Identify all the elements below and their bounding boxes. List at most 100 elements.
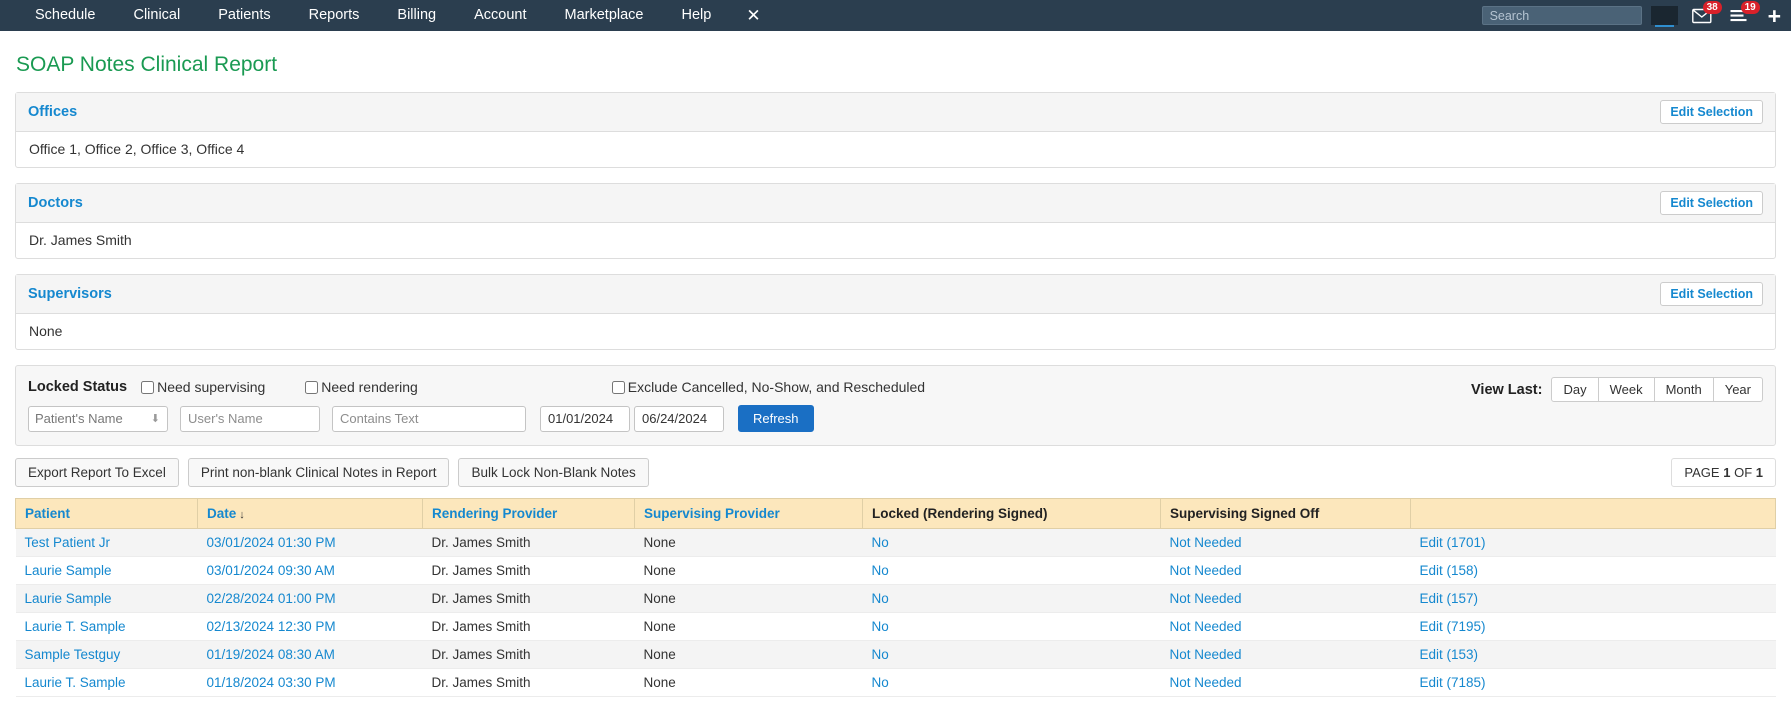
need-rendering-checkbox[interactable] xyxy=(305,380,319,394)
column-header-supervising-provider[interactable]: Supervising Provider xyxy=(634,498,863,529)
exclude-cancelled-checkbox[interactable] xyxy=(611,380,625,394)
table-row: Laurie T. Sample 02/13/2024 12:30 PM Dr.… xyxy=(15,612,1776,641)
nav-item-reports[interactable]: Reports xyxy=(290,0,379,31)
date-link[interactable]: 03/01/2024 09:30 AM xyxy=(207,563,335,578)
date-link[interactable]: 02/13/2024 12:30 PM xyxy=(207,619,336,634)
cell-locked: No xyxy=(862,556,1161,585)
column-header-patient[interactable]: Patient xyxy=(15,498,198,529)
patient-name-select-wrap: Patient's Name ⬇ xyxy=(28,405,168,432)
signed-off-link[interactable]: Not Needed xyxy=(1170,675,1242,690)
refresh-button[interactable]: Refresh xyxy=(738,405,814,432)
cell-rendering-provider: Dr. James Smith xyxy=(422,556,635,585)
cell-rendering-provider: Dr. James Smith xyxy=(422,668,635,697)
edit-selection-doctors-button[interactable]: Edit Selection xyxy=(1660,191,1763,215)
need-supervising-checkbox-row[interactable]: Need supervising xyxy=(141,379,265,395)
search-input[interactable] xyxy=(1481,6,1642,25)
nav-links: Schedule Clinical Patients Reports Billi… xyxy=(0,0,777,31)
edit-selection-supervisors-button[interactable]: Edit Selection xyxy=(1660,282,1763,306)
panel-doctors-header: Doctors Edit Selection xyxy=(16,184,1775,223)
table-body: Test Patient Jr 03/01/2024 01:30 PM Dr. … xyxy=(15,528,1776,697)
tasks-button[interactable]: 19 xyxy=(1730,0,1760,31)
nav-item-billing[interactable]: Billing xyxy=(378,0,455,31)
nav-item-schedule[interactable]: Schedule xyxy=(16,0,114,31)
locked-link[interactable]: No xyxy=(872,591,889,606)
date-to-input[interactable] xyxy=(634,405,724,432)
edit-link[interactable]: Edit (7185) xyxy=(1420,675,1486,690)
locked-link[interactable]: No xyxy=(872,675,889,690)
edit-link[interactable]: Edit (158) xyxy=(1420,563,1479,578)
view-last-day-button[interactable]: Day xyxy=(1551,377,1599,402)
nav-item-clinical[interactable]: Clinical xyxy=(114,0,199,31)
soap-notes-table: Patient Date ↓ Rendering Provider Supervi… xyxy=(15,498,1776,697)
signed-off-link[interactable]: Not Needed xyxy=(1170,563,1242,578)
date-link[interactable]: 03/01/2024 01:30 PM xyxy=(207,535,336,550)
signed-off-link[interactable]: Not Needed xyxy=(1170,647,1242,662)
panel-doctors-title: Doctors xyxy=(28,195,83,211)
messages-button[interactable]: 38 xyxy=(1691,0,1722,31)
patient-name-select[interactable]: Patient's Name xyxy=(28,405,168,432)
locked-link[interactable]: No xyxy=(872,535,889,550)
cell-supervising-provider: None xyxy=(634,528,863,557)
view-last-buttons: Day Week Month Year xyxy=(1551,377,1763,402)
screen-share-icon[interactable] xyxy=(1650,6,1678,27)
edit-link[interactable]: Edit (7195) xyxy=(1420,619,1486,634)
signed-off-link[interactable]: Not Needed xyxy=(1170,535,1242,550)
edit-link[interactable]: Edit (1701) xyxy=(1420,535,1486,550)
export-to-excel-button[interactable]: Export Report To Excel xyxy=(15,458,179,487)
patient-link[interactable]: Laurie T. Sample xyxy=(25,619,126,634)
table-row: Laurie Sample 03/01/2024 09:30 AM Dr. Ja… xyxy=(15,556,1776,585)
print-clinical-notes-button[interactable]: Print non-blank Clinical Notes in Report xyxy=(187,458,450,487)
date-link[interactable]: 01/18/2024 03:30 PM xyxy=(207,675,336,690)
signed-off-link[interactable]: Not Needed xyxy=(1170,619,1242,634)
patient-link[interactable]: Sample Testguy xyxy=(25,647,121,662)
table-row: Laurie Sample 02/28/2024 01:00 PM Dr. Ja… xyxy=(15,584,1776,613)
cell-signed-off: Not Needed xyxy=(1160,556,1411,585)
cell-edit: Edit (1701) xyxy=(1410,528,1776,557)
date-link[interactable]: 01/19/2024 08:30 AM xyxy=(207,647,335,662)
signed-off-link[interactable]: Not Needed xyxy=(1170,591,1242,606)
patient-link[interactable]: Laurie T. Sample xyxy=(25,675,126,690)
date-from-input[interactable] xyxy=(540,405,630,432)
column-header-date[interactable]: Date ↓ xyxy=(197,498,423,529)
exclude-cancelled-label: Exclude Cancelled, No-Show, and Reschedu… xyxy=(627,379,926,395)
cell-patient: Laurie T. Sample xyxy=(15,612,198,641)
need-rendering-checkbox-row[interactable]: Need rendering xyxy=(305,379,418,395)
nav-item-marketplace[interactable]: Marketplace xyxy=(546,0,663,31)
cell-signed-off: Not Needed xyxy=(1160,612,1411,641)
need-supervising-checkbox[interactable] xyxy=(141,380,155,394)
cell-signed-off: Not Needed xyxy=(1160,584,1411,613)
exclude-cancelled-checkbox-row[interactable]: Exclude Cancelled, No-Show, and Reschedu… xyxy=(611,379,926,395)
cell-edit: Edit (158) xyxy=(1410,556,1776,585)
page-of-label: OF xyxy=(1734,465,1753,480)
page-prefix-label: PAGE xyxy=(1684,465,1720,480)
cell-date: 03/01/2024 09:30 AM xyxy=(197,556,423,585)
column-header-rendering-provider[interactable]: Rendering Provider xyxy=(422,498,635,529)
user-name-input[interactable] xyxy=(180,405,320,432)
patient-link[interactable]: Test Patient Jr xyxy=(25,535,111,550)
nav-item-account[interactable]: Account xyxy=(455,0,545,31)
cell-supervising-provider: None xyxy=(634,584,863,613)
nav-item-help[interactable]: Help xyxy=(662,0,730,31)
patient-link[interactable]: Laurie Sample xyxy=(25,563,112,578)
column-header-rendering-provider-label: Rendering Provider xyxy=(432,506,558,521)
date-link[interactable]: 02/28/2024 01:00 PM xyxy=(207,591,336,606)
cell-date: 01/18/2024 03:30 PM xyxy=(197,668,423,697)
view-last-week-button[interactable]: Week xyxy=(1597,377,1655,402)
table-row: Laurie T. Sample 01/18/2024 03:30 PM Dr.… xyxy=(15,668,1776,697)
locked-link[interactable]: No xyxy=(872,619,889,634)
bulk-lock-notes-button[interactable]: Bulk Lock Non-Blank Notes xyxy=(458,458,649,487)
locked-link[interactable]: No xyxy=(872,647,889,662)
edit-selection-offices-button[interactable]: Edit Selection xyxy=(1660,100,1763,124)
contains-text-input[interactable] xyxy=(332,405,526,432)
locked-link[interactable]: No xyxy=(872,563,889,578)
view-last-month-button[interactable]: Month xyxy=(1653,377,1714,402)
close-icon[interactable]: ✕ xyxy=(730,0,776,31)
edit-link[interactable]: Edit (157) xyxy=(1420,591,1479,606)
add-icon[interactable]: + xyxy=(1768,4,1781,27)
patient-link[interactable]: Laurie Sample xyxy=(25,591,112,606)
cell-edit: Edit (153) xyxy=(1410,640,1776,669)
edit-link[interactable]: Edit (153) xyxy=(1420,647,1479,662)
nav-item-patients[interactable]: Patients xyxy=(199,0,289,31)
view-last-year-button[interactable]: Year xyxy=(1712,377,1763,402)
cell-patient: Laurie T. Sample xyxy=(15,668,198,697)
